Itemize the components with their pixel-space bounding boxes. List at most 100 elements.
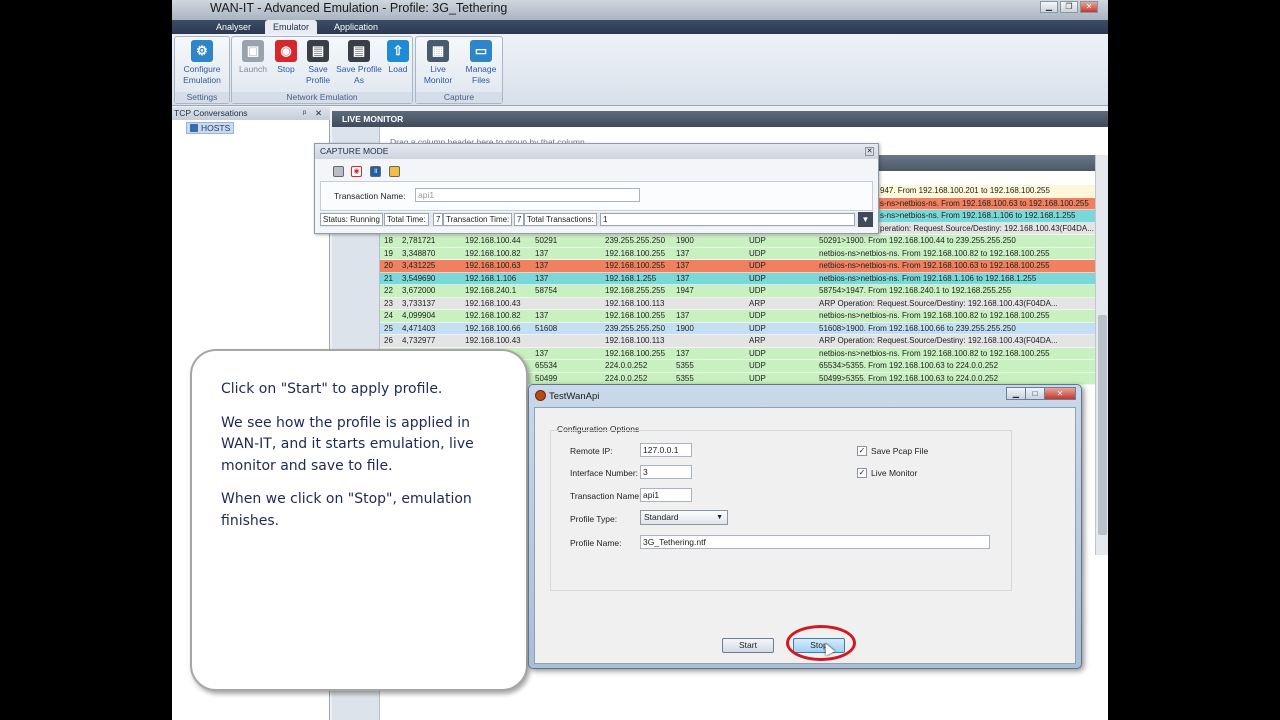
tutorial-callout: Click on "Start" to apply profile. We se… bbox=[190, 349, 528, 691]
table-row[interactable]: 22 3,672000 192.168.240.1 58754 192.168.255.… bbox=[380, 285, 1095, 298]
menu-analyser[interactable]: Analyser bbox=[208, 20, 259, 34]
remote-ip-label: Remote IP: bbox=[570, 446, 613, 456]
capture-group: ▦ Live Monitor ▭ Manage Files Capture bbox=[415, 36, 503, 104]
save-pcap-checkbox[interactable]: ✓ bbox=[857, 446, 867, 456]
cell-src: 192.168.1.106 bbox=[465, 273, 517, 283]
table-row[interactable]: 20 3,431225 192.168.100.63 137 192.168.100.2… bbox=[380, 260, 1095, 273]
settings-group: ⚙ Configure Emulation Settings bbox=[174, 36, 230, 104]
menu-emulator[interactable]: Emulator bbox=[265, 20, 318, 34]
transaction-name-input[interactable]: api1 bbox=[640, 488, 692, 502]
cell-time: 4,471403 bbox=[402, 323, 436, 333]
monitor-icon: ▦ bbox=[427, 40, 449, 62]
cell-proto: UDP bbox=[749, 236, 766, 245]
cell-src: 192.168.100.44 bbox=[465, 236, 521, 245]
chevron-down-icon[interactable]: ▼ bbox=[858, 212, 873, 227]
save-profile-button[interactable]: ▤ Save Profile bbox=[297, 40, 339, 92]
cell-time: 3,431225 bbox=[402, 261, 436, 270]
network-group-label: Network Emulation bbox=[232, 92, 412, 103]
gear-icon: ⚙ bbox=[191, 40, 213, 62]
cell-info: 65534>5355. From 192.168.100.63 to 224.0… bbox=[819, 361, 999, 370]
total-transactions-value: 1 bbox=[600, 213, 855, 226]
interface-number-field[interactable]: 3 bbox=[640, 465, 692, 479]
configure-emulation-button[interactable]: ⚙ Configure Emulation bbox=[181, 40, 223, 92]
profile-name-field[interactable]: 3G_Tethering.ntf bbox=[640, 535, 990, 549]
stop-small-icon[interactable]: ◉ bbox=[351, 166, 362, 177]
tcp-panel-header: TCP Conversations ᵖ ✕ bbox=[172, 107, 330, 120]
manage-files-button[interactable]: ▭ Manage Files bbox=[460, 40, 502, 92]
table-row[interactable]: 18 2,781721 192.168.100.44 50291 239.255.255… bbox=[380, 235, 1095, 248]
cell-info: 58754>1947. From 192.168.240.1 to 192.16… bbox=[819, 286, 1012, 295]
cell-no: 24 bbox=[384, 311, 393, 320]
table-row[interactable]: 21 3,549690 192.168.1.106 137 192.168.1.255 1… bbox=[380, 272, 1095, 285]
cell-dst: 192.168.100.255 bbox=[605, 311, 666, 320]
cell-time: 4,099904 bbox=[402, 311, 436, 320]
cell-no: 22 bbox=[384, 286, 393, 295]
panel-close-icon[interactable]: ✕ bbox=[315, 107, 322, 120]
pin-icon[interactable]: ᵖ bbox=[303, 107, 306, 120]
cell-dst: 192.168.100.255 bbox=[605, 248, 666, 258]
settings-group-label: Settings bbox=[175, 92, 229, 103]
hosts-icon bbox=[190, 124, 198, 132]
remote-ip-field[interactable]: 127.0.0.1 bbox=[640, 443, 692, 457]
scroll-thumb[interactable] bbox=[1098, 315, 1107, 535]
cell-src: 192.168.100.66 bbox=[465, 323, 521, 333]
cell-sport: 58754 bbox=[535, 286, 558, 295]
hosts-node[interactable]: HOSTS bbox=[186, 122, 235, 134]
launch-icon: ▣ bbox=[242, 40, 264, 62]
start-button[interactable]: Start bbox=[722, 638, 774, 653]
network-emulation-group: ▣ Launch ◉ Stop ▤ Save Profile ▤ Save Pr… bbox=[231, 36, 413, 104]
capture-close-icon[interactable]: ✕ bbox=[865, 147, 874, 156]
table-row[interactable]: 26 4,732977 192.168.100.43 192.168.100.113 A… bbox=[380, 335, 1095, 348]
testwanapi-body: Configuration Options Remote IP: 127.0.0… bbox=[534, 407, 1076, 664]
cell-sport: 137 bbox=[535, 311, 549, 320]
live-monitor-checkbox[interactable]: ✓ bbox=[857, 468, 867, 478]
cell-sport: 137 bbox=[535, 348, 549, 358]
callout-text-3: When we click on "Stop", emulation finis… bbox=[221, 491, 472, 529]
cell-time: 3,348870 bbox=[402, 248, 436, 258]
cell-proto: ARP bbox=[749, 298, 766, 308]
save-as-icon: ▤ bbox=[348, 40, 370, 62]
total-transactions-label: Total Transactions: bbox=[524, 213, 597, 226]
close-button[interactable]: ✕ bbox=[1080, 1, 1098, 13]
bookmark-small-icon[interactable] bbox=[389, 166, 400, 177]
testwanapi-minimize-button[interactable]: ▁ bbox=[1006, 387, 1026, 400]
cell-info: netbios-ns>netbios-ns. From 192.168.100.… bbox=[819, 311, 1050, 320]
cell-dport: 137 bbox=[676, 311, 690, 320]
cell-dport: 5355 bbox=[676, 361, 694, 370]
save-profile-as-button[interactable]: ▤ Save Profile As bbox=[336, 40, 382, 92]
cell-dst: 192.168.100.113 bbox=[605, 298, 665, 308]
table-row[interactable]: 19 3,348870 192.168.100.82 137 192.168.100.2… bbox=[380, 247, 1095, 260]
transaction-name-field[interactable]: api1 bbox=[415, 188, 640, 202]
cell-time: 3,549690 bbox=[402, 273, 436, 283]
live-monitor-header: LIVE MONITOR bbox=[332, 111, 1108, 127]
cell-no: 21 bbox=[384, 273, 393, 283]
load-button[interactable]: ⇧ Load bbox=[377, 40, 419, 92]
stop-icon: ◉ bbox=[275, 40, 297, 62]
cell-sport: 137 bbox=[535, 261, 549, 270]
table-row[interactable]: 23 3,733137 192.168.100.43 192.168.100.113 A… bbox=[380, 297, 1095, 310]
cell-no: 18 bbox=[384, 236, 393, 245]
capture-mode-title: CAPTURE MODE bbox=[315, 144, 878, 159]
testwanapi-maximize-button[interactable]: □ bbox=[1025, 387, 1045, 400]
transaction-name-label: Transaction Name: bbox=[334, 191, 406, 201]
grid-scrollbar[interactable] bbox=[1095, 155, 1108, 555]
live-monitor-button[interactable]: ▦ Live Monitor bbox=[417, 40, 459, 92]
cell-time: 4,732977 bbox=[402, 336, 436, 345]
save-icon: ▤ bbox=[307, 40, 329, 62]
cell-info: netbios-ns>netbios-ns. From 192.168.1.10… bbox=[819, 273, 1037, 283]
callout-text-2: We see how the profile is applied in WAN… bbox=[221, 414, 474, 474]
pause-small-icon[interactable]: ॥ bbox=[370, 166, 381, 177]
cell-dport: 1900 bbox=[676, 323, 694, 333]
cell-src: 192.168.100.43 bbox=[465, 336, 521, 345]
cell-time: 3,672000 bbox=[402, 286, 436, 295]
minimize-button[interactable]: ▁ bbox=[1040, 1, 1058, 13]
table-row[interactable]: 25 4,471403 192.168.100.66 51608 239.255.255… bbox=[380, 322, 1095, 335]
restore-button[interactable]: ❐ bbox=[1060, 1, 1078, 13]
menu-application[interactable]: Application bbox=[326, 20, 386, 34]
testwanapi-close-button[interactable]: ✕ bbox=[1044, 387, 1076, 400]
table-row[interactable]: 24 4,099904 192.168.100.82 137 192.168.100.2… bbox=[380, 310, 1095, 323]
cell-dst: 192.168.100.255 bbox=[605, 348, 666, 358]
cell-no: 26 bbox=[384, 336, 393, 345]
profile-type-select[interactable]: Standard ▼ bbox=[640, 510, 728, 525]
launch-small-icon[interactable] bbox=[333, 166, 344, 177]
